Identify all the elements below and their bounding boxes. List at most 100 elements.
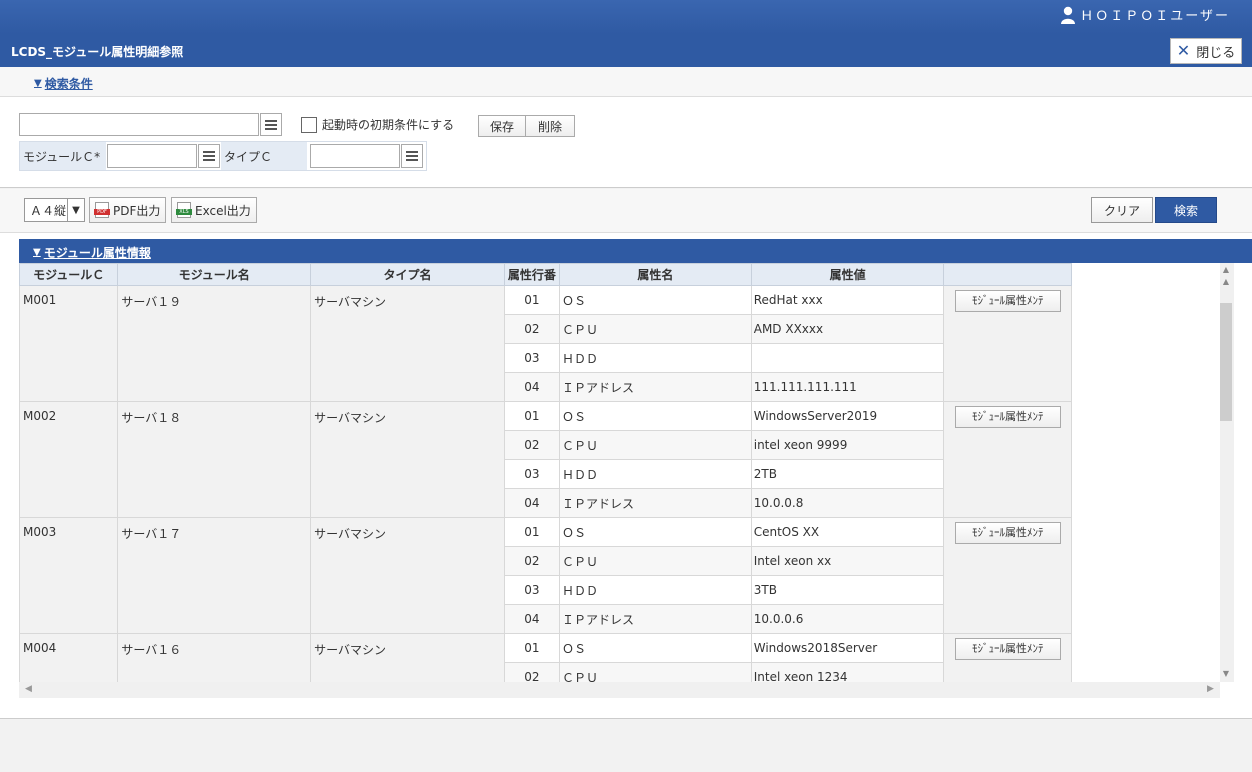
excel-icon: XLS <box>176 202 192 218</box>
module-name-cell: サーバ１６ <box>117 633 312 682</box>
action-cell: ﾓｼﾞｭｰﾙ属性ﾒﾝﾃ <box>943 517 1072 634</box>
module-name-cell: サーバ１８ <box>117 401 312 518</box>
scroll-right-icon[interactable]: ▶ <box>1207 684 1214 694</box>
scrollbar-thumb[interactable] <box>1220 303 1232 421</box>
attr-name-cell: ＣＰＵ <box>559 662 752 682</box>
footer <box>0 718 1252 772</box>
attr-no-cell: 03 <box>503 459 561 489</box>
table-row[interactable]: M001 サーバ１９ サーバマシン 01 ＯＳ RedHat xxx ﾓｼﾞｭｰﾙ属性ﾒﾝﾃ <box>19 285 1072 402</box>
module-attr-maint-button[interactable]: ﾓｼﾞｭｰﾙ属性ﾒﾝﾃ <box>954 290 1061 312</box>
attr-value-cell: 3TB <box>750 575 945 605</box>
attr-no-cell: 03 <box>503 575 561 605</box>
type-c-input[interactable] <box>310 144 400 168</box>
module-name-cell: サーバ１９ <box>117 285 312 402</box>
search-fields: モジュールＣ* タイプＣ <box>19 141 427 171</box>
scroll-left-icon[interactable]: ◀ <box>25 684 32 694</box>
action-cell: ﾓｼﾞｭｰﾙ属性ﾒﾝﾃ <box>943 401 1072 518</box>
delete-button[interactable]: 削除 <box>526 115 575 137</box>
module-attr-maint-button[interactable]: ﾓｼﾞｭｰﾙ属性ﾒﾝﾃ <box>954 406 1061 428</box>
results-table: モジュールＣ モジュール名 タイプ名 属性行番 属性名 属性値 M001 サーバ１… <box>19 263 1072 682</box>
table-row[interactable]: M002 サーバ１８ サーバマシン 01 ＯＳ WindowsServer2019 ﾓｼﾞｭ… <box>19 401 1072 518</box>
column-header[interactable]: 属性値 <box>750 263 945 286</box>
table-body: M001 サーバ１９ サーバマシン 01 ＯＳ RedHat xxx ﾓｼﾞｭｰﾙ属性ﾒﾝﾃ… <box>19 285 1072 682</box>
save-button[interactable]: 保存 <box>478 115 526 137</box>
close-label: 閉じる <box>1196 45 1236 61</box>
type-name-cell: サーバマシン <box>310 285 505 402</box>
module-attr-maint-button[interactable]: ﾓｼﾞｭｰﾙ属性ﾒﾝﾃ <box>954 638 1061 660</box>
attr-name-cell: ＩＰアドレス <box>559 604 752 634</box>
attr-no-cell: 01 <box>503 285 561 315</box>
search-panel: 起動時の初期条件にする 保存 削除 モジュールＣ* タイプＣ <box>0 97 1252 188</box>
column-header[interactable]: 属性名 <box>559 263 752 286</box>
module-code-cell: M001 <box>19 285 119 402</box>
results-header: ▼ モジュール属性情報 <box>19 239 1252 263</box>
scroll-up-icon[interactable]: ▲ <box>1220 265 1232 274</box>
attr-value-cell: Intel xeon xx <box>750 546 945 576</box>
module-code-cell: M002 <box>19 401 119 518</box>
search-condition-toggle[interactable]: ▼ 検索条件 <box>34 75 93 92</box>
triangle-down-icon: ▼ <box>34 78 42 89</box>
attr-value-cell: Windows2018Server <box>750 633 945 663</box>
list-icon <box>203 151 215 161</box>
attr-value-cell: AMD XXxxx <box>750 314 945 344</box>
column-header <box>943 263 1072 286</box>
title-bar: LCDS_モジュール属性明細参照 ✕ 閉じる <box>0 34 1252 67</box>
attr-value-cell <box>750 343 945 373</box>
type-c-list-button[interactable] <box>401 144 423 168</box>
table-row[interactable]: M003 サーバ１７ サーバマシン 01 ＯＳ CentOS XX ﾓｼﾞｭｰﾙ属性ﾒﾝﾃ <box>19 517 1072 634</box>
paper-size-value: Ａ４縦 <box>30 203 67 218</box>
top-bar: ＨＯＩＰＯＩユーザー <box>0 0 1252 34</box>
table-row[interactable]: M004 サーバ１６ サーバマシン 01 ＯＳ Windows2018Server ﾓｼﾞｭ… <box>19 633 1072 682</box>
pdf-export-button[interactable]: PDF PDF出力 <box>89 197 167 223</box>
module-name-cell: サーバ１７ <box>117 517 312 634</box>
column-header[interactable]: モジュールＣ <box>19 263 119 286</box>
scroll-down-icon[interactable]: ▼ <box>1220 669 1232 678</box>
attr-value-cell: 10.0.0.8 <box>750 488 945 518</box>
attr-no-cell: 02 <box>503 314 561 344</box>
results-panel: ▼ モジュール属性情報 モジュールＣ モジュール名 タイプ名 属性行番 属性名 … <box>0 233 1252 718</box>
close-icon: ✕ <box>1176 41 1191 60</box>
attr-value-cell: intel xeon 9999 <box>750 430 945 460</box>
attr-name-cell: ＣＰＵ <box>559 430 752 460</box>
saved-condition-list-button[interactable] <box>260 113 282 136</box>
search-button[interactable]: 検索 <box>1155 197 1217 223</box>
close-button[interactable]: ✕ 閉じる <box>1170 38 1242 64</box>
module-c-input[interactable] <box>107 144 197 168</box>
scroll-top-icon[interactable]: ▲ <box>1220 277 1232 286</box>
paper-size-select[interactable]: Ａ４縦 ▼ <box>24 198 85 222</box>
list-icon <box>406 151 418 161</box>
attr-name-cell: ＩＰアドレス <box>559 488 752 518</box>
attr-no-cell: 04 <box>503 604 561 634</box>
clear-button[interactable]: クリア <box>1091 197 1153 223</box>
results-toggle[interactable]: ▼ モジュール属性情報 <box>33 244 151 261</box>
attr-no-cell: 02 <box>503 662 561 682</box>
module-code-cell: M004 <box>19 633 119 682</box>
saved-condition-input[interactable] <box>19 113 259 136</box>
pdf-icon: PDF <box>94 202 110 218</box>
user-name: ＨＯＩＰＯＩユーザー <box>1080 9 1230 24</box>
list-icon <box>265 119 277 130</box>
module-code-cell: M003 <box>19 517 119 634</box>
results-grid: モジュールＣ モジュール名 タイプ名 属性行番 属性名 属性値 M001 サーバ１… <box>19 263 1220 682</box>
attr-name-cell: ＣＰＵ <box>559 546 752 576</box>
vertical-scrollbar[interactable]: ▲ ▲ ▼ <box>1220 263 1234 682</box>
init-condition-checkbox[interactable] <box>301 116 317 133</box>
column-header[interactable]: タイプ名 <box>310 263 505 286</box>
triangle-down-icon: ▼ <box>33 247 41 258</box>
column-header[interactable]: 属性行番 <box>503 263 561 286</box>
column-header[interactable]: モジュール名 <box>117 263 312 286</box>
user-menu[interactable]: ＨＯＩＰＯＩユーザー <box>1060 5 1230 24</box>
excel-export-label: Excel出力 <box>195 203 251 218</box>
module-c-cell <box>106 142 221 170</box>
search-condition-label: 検索条件 <box>44 77 93 91</box>
attr-no-cell: 03 <box>503 343 561 373</box>
horizontal-scrollbar[interactable]: ◀ ▶ <box>19 682 1220 698</box>
excel-export-button[interactable]: XLS Excel出力 <box>171 197 257 223</box>
page-title: LCDS_モジュール属性明細参照 <box>11 45 184 59</box>
module-c-list-button[interactable] <box>198 144 220 168</box>
init-condition-checkbox-row[interactable]: 起動時の初期条件にする <box>301 116 454 133</box>
attr-value-cell: 10.0.0.6 <box>750 604 945 634</box>
attr-name-cell: ＨＤＤ <box>559 343 752 373</box>
module-attr-maint-button[interactable]: ﾓｼﾞｭｰﾙ属性ﾒﾝﾃ <box>954 522 1061 544</box>
attr-name-cell: ＯＳ <box>559 401 752 431</box>
